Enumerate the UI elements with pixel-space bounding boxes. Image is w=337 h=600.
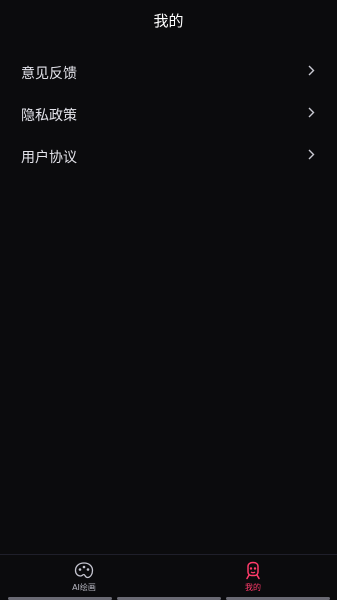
menu-item-feedback[interactable]: 意见反馈 xyxy=(0,50,337,92)
page-title: 我的 xyxy=(153,12,184,30)
menu-item-label: 用户协议 xyxy=(21,150,77,166)
settings-menu: 意见反馈 隐私政策 用户协议 xyxy=(0,50,337,176)
bottom-tab-bar: AI绘画 我的 xyxy=(0,554,337,600)
tab-label: AI绘画 xyxy=(72,583,96,592)
tab-mine[interactable]: 我的 xyxy=(213,561,293,595)
robot-face-icon xyxy=(246,561,260,580)
menu-item-privacy-policy[interactable]: 隐私政策 xyxy=(0,92,337,134)
chevron-right-icon xyxy=(308,65,315,76)
tab-label: 我的 xyxy=(245,583,261,592)
palette-icon xyxy=(74,562,94,579)
chevron-right-icon xyxy=(308,107,315,118)
tab-ai-painting[interactable]: AI绘画 xyxy=(44,561,124,595)
menu-item-label: 隐私政策 xyxy=(21,108,77,124)
menu-item-label: 意见反馈 xyxy=(21,66,77,82)
menu-item-user-agreement[interactable]: 用户协议 xyxy=(0,134,337,176)
chevron-right-icon xyxy=(308,149,315,160)
